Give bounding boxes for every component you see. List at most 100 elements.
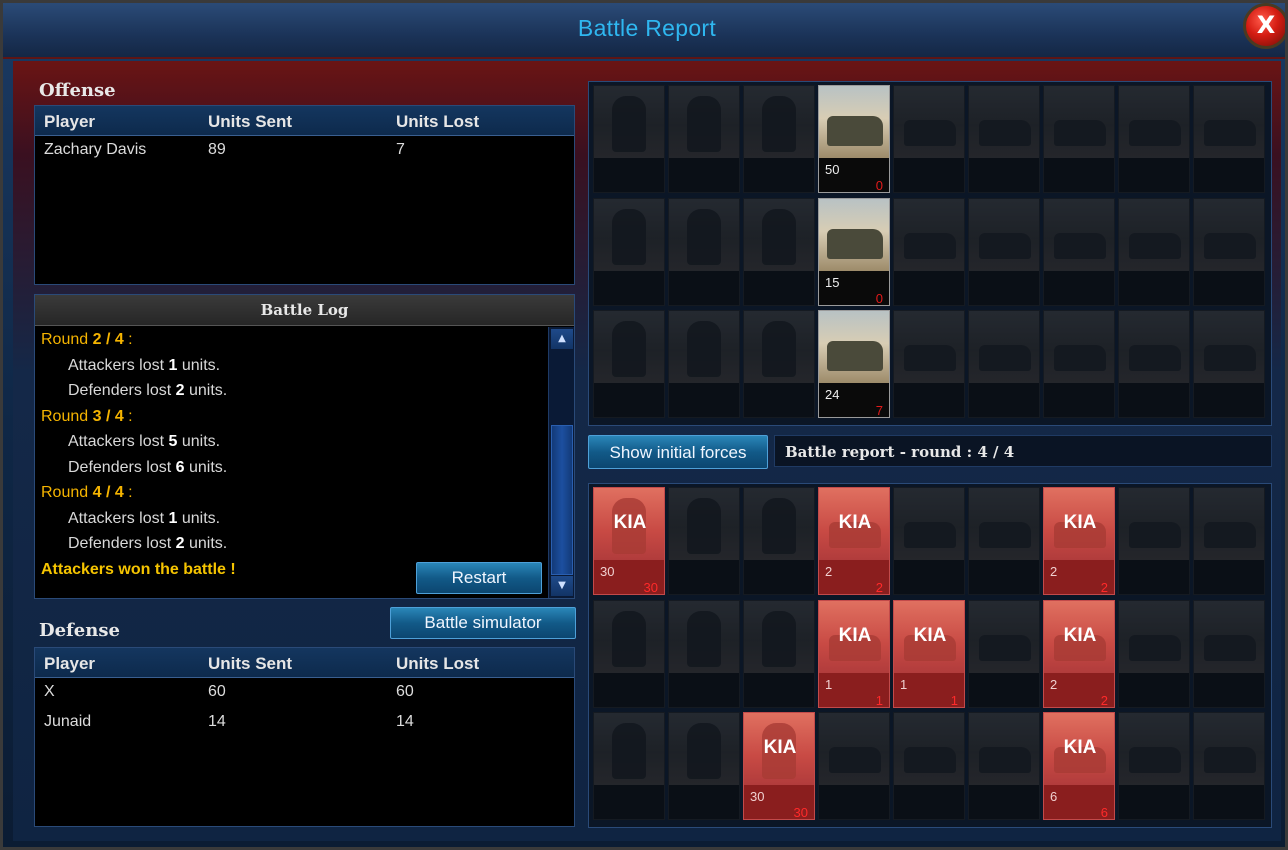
unit-slot-active: 15 0 [818, 197, 890, 306]
log-loss-line: Defenders lost 2 units. [68, 535, 227, 553]
unit-lost: 1 [875, 692, 883, 708]
vehicle-icon [979, 120, 1031, 146]
round-tail: : [123, 331, 133, 348]
unit-image [669, 488, 739, 560]
unit-slot-empty [1118, 310, 1190, 418]
vehicle-icon [1054, 345, 1106, 371]
close-button[interactable]: X [1243, 3, 1285, 49]
restart-button[interactable]: Restart [416, 562, 542, 594]
unit-lost: 30 [643, 580, 658, 595]
log-scrollbar[interactable]: ▲ ▼ [548, 327, 574, 598]
round-label: Round [41, 484, 93, 501]
scroll-down-arrow-icon[interactable]: ▼ [551, 576, 573, 596]
unit-slot-empty [893, 197, 965, 306]
unit-image [969, 488, 1039, 560]
round-label: Round [41, 331, 93, 348]
unit-slot-empty [668, 310, 740, 418]
units-lost-value: 60 [396, 683, 414, 700]
vehicle-icon [979, 634, 1031, 661]
loss-prefix: Attackers lost [68, 509, 169, 527]
defense-title: Defense [39, 620, 120, 641]
unit-image [1119, 600, 1189, 673]
infantry-icon [762, 321, 796, 377]
battle-simulator-button[interactable]: Battle simulator [390, 607, 576, 639]
vehicle-icon [1204, 634, 1256, 661]
show-initial-forces-button[interactable]: Show initial forces [588, 435, 768, 469]
unit-image [819, 198, 889, 271]
unit-image [894, 198, 964, 271]
unit-slot-empty [893, 310, 965, 418]
unit-lost: 0 [875, 290, 883, 306]
log-loss-line: Attackers lost 5 units. [68, 433, 220, 451]
unit-footer [1194, 785, 1264, 819]
table-row: Junaid 14 14 [35, 708, 574, 738]
infantry-icon [612, 321, 646, 377]
unit-slot-active: 50 0 [818, 85, 890, 193]
column-player: Player [44, 112, 96, 131]
defense-table-header: Player Units Sent Units Lost [35, 648, 574, 678]
unit-footer [594, 270, 664, 305]
vehicle-icon [904, 120, 956, 146]
unit-footer [969, 785, 1039, 819]
vehicle-icon [1129, 120, 1181, 146]
offense-table-header: Player Units Sent Units Lost [35, 106, 574, 136]
unit-slot-empty [968, 197, 1040, 306]
units-sent-value: 89 [208, 141, 226, 158]
loss-prefix: Attackers lost [68, 356, 169, 374]
offense-title: Offense [39, 80, 116, 101]
loss-suffix: units. [184, 535, 228, 552]
kia-label: KIA [613, 512, 647, 533]
column-units-lost: Units Lost [396, 654, 480, 673]
infantry-icon [762, 208, 796, 265]
unit-image [819, 311, 889, 383]
unit-image [969, 198, 1039, 271]
log-loss-line: Attackers lost 1 units. [68, 510, 220, 528]
unit-slot-empty [743, 197, 815, 306]
window-title: Battle Report [577, 15, 717, 41]
unit-image [1194, 198, 1264, 271]
unit-image [744, 86, 814, 158]
infantry-icon [762, 498, 796, 554]
vehicle-icon [1204, 522, 1256, 548]
infantry-icon [687, 723, 721, 779]
unit-footer [744, 158, 814, 192]
unit-image [1194, 311, 1264, 383]
unit-slot-empty [668, 197, 740, 306]
kia-label: KIA [913, 624, 947, 646]
unit-slot-kia: KIA 2 2 [818, 487, 890, 595]
unit-slot-empty [1193, 197, 1265, 306]
unit-count: 30 [750, 789, 765, 804]
unit-footer [669, 672, 739, 707]
player-name: Junaid [44, 713, 92, 730]
unit-slot-empty [1118, 487, 1190, 595]
title-bar: Battle Report X [3, 3, 1285, 59]
unit-lost: 2 [1100, 692, 1108, 708]
units-sent-value: 60 [208, 683, 226, 700]
unit-image [969, 713, 1039, 785]
unit-footer [894, 785, 964, 819]
unit-footer [669, 270, 739, 305]
unit-image [1119, 86, 1189, 158]
unit-slot-active: 24 7 [818, 310, 890, 418]
unit-image [1194, 600, 1264, 673]
unit-count: 50 [825, 162, 840, 177]
unit-footer [819, 785, 889, 819]
scroll-thumb[interactable] [551, 425, 573, 575]
close-icon: X [1256, 11, 1276, 39]
unit-count: 2 [1050, 676, 1058, 692]
units-sent-value: 14 [208, 713, 226, 730]
vehicle-icon [904, 522, 956, 548]
loss-count: 2 [175, 535, 185, 552]
unit-slot-empty [1118, 712, 1190, 820]
vehicle-icon [1054, 120, 1106, 146]
unit-slot-empty [968, 85, 1040, 193]
scroll-up-arrow-icon[interactable]: ▲ [551, 329, 573, 349]
unit-count: 2 [825, 564, 833, 579]
loss-prefix: Defenders lost [68, 382, 176, 399]
unit-slot-empty [1193, 487, 1265, 595]
unit-footer [1119, 785, 1189, 819]
vehicle-icon [1204, 345, 1256, 371]
unit-count: 24 [825, 387, 840, 402]
unit-slot-empty [668, 487, 740, 595]
unit-image [594, 86, 664, 158]
